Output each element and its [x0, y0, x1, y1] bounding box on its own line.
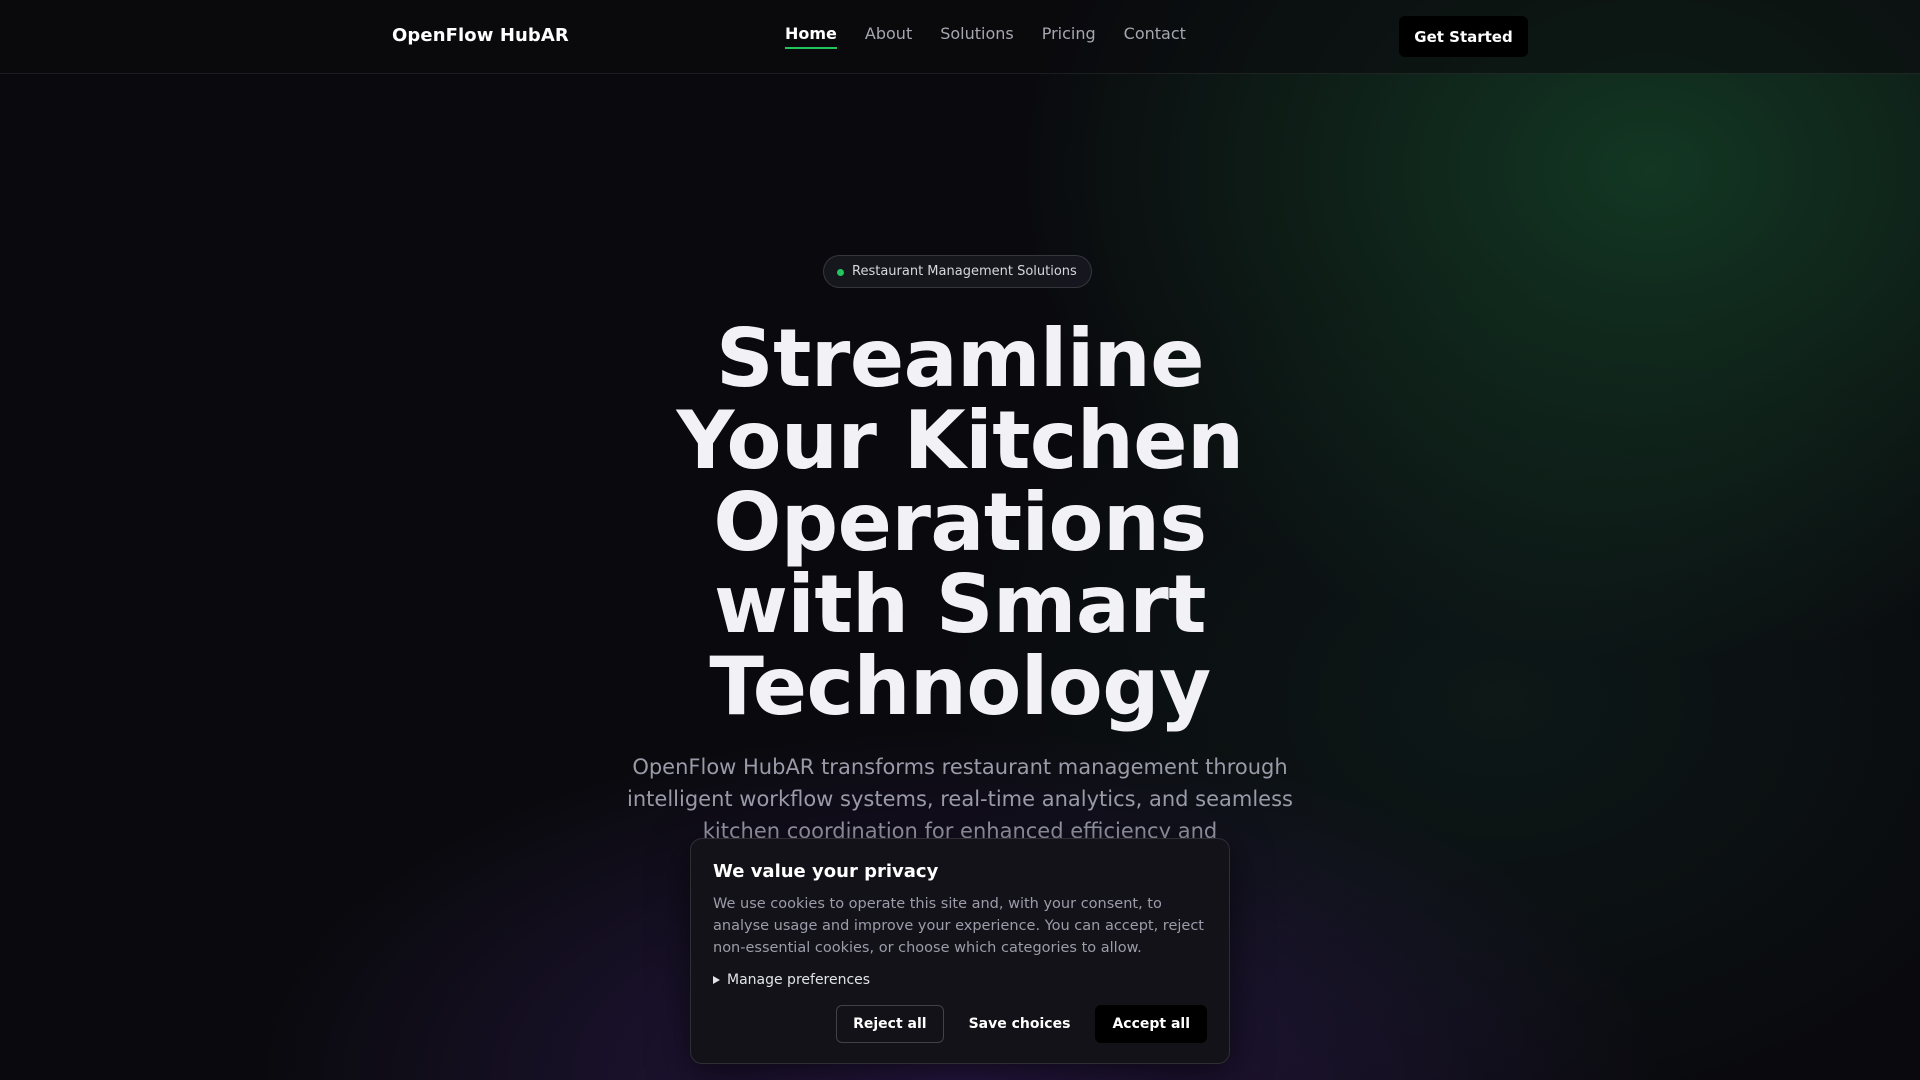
reject-all-button[interactable]: Reject all	[836, 1005, 944, 1043]
get-started-button[interactable]: Get Started	[1399, 16, 1528, 57]
hero-badge-label: Restaurant Management Solutions	[852, 264, 1077, 279]
hero-title-line: Technology	[709, 640, 1211, 733]
nav-link-pricing[interactable]: Pricing	[1042, 24, 1096, 49]
hero-subtitle: OpenFlow HubAR transforms restaurant man…	[627, 755, 1293, 843]
cookie-dialog-title: We value your privacy	[713, 861, 939, 882]
cookie-dialog-text: We use cookies to operate this site and,…	[713, 896, 1204, 956]
accept-all-button[interactable]: Accept all	[1095, 1005, 1207, 1043]
hero-title-line: Your Kitchen	[676, 394, 1244, 487]
nav-link-home[interactable]: Home	[785, 24, 837, 49]
manage-preferences-toggle[interactable]: Manage preferences	[713, 972, 870, 988]
nav-link-contact[interactable]: Contact	[1124, 24, 1186, 49]
disclosure-triangle-icon	[713, 976, 720, 984]
hero-title: Streamline Your Kitchen Operations with …	[560, 318, 1360, 728]
hero-title-line: Streamline	[716, 312, 1204, 405]
save-choices-button[interactable]: Save choices	[952, 1005, 1088, 1043]
status-dot-icon	[837, 269, 844, 276]
top-navbar: OpenFlow HubAR Home About Solutions Pric…	[0, 0, 1920, 74]
cookie-consent-dialog: We value your privacy We use cookies to …	[690, 838, 1230, 1064]
nav-link-about[interactable]: About	[865, 24, 912, 49]
main-nav: Home About Solutions Pricing Contact	[785, 24, 1214, 49]
cookie-dialog-actions: Reject all Save choices Accept all	[836, 1005, 1207, 1043]
hero-title-line: with Smart	[713, 558, 1207, 651]
nav-link-solutions[interactable]: Solutions	[940, 24, 1014, 49]
manage-preferences-label: Manage preferences	[727, 972, 871, 988]
hero-badge: Restaurant Management Solutions	[823, 255, 1092, 288]
brand-logo[interactable]: OpenFlow HubAR	[392, 25, 569, 46]
hero-title-line: Operations	[713, 476, 1207, 569]
